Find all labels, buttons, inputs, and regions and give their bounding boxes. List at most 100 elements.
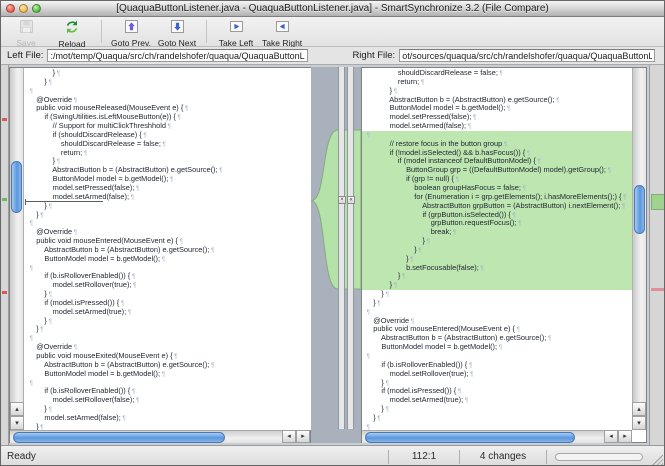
right-horizontal-scrollbar[interactable] <box>362 430 632 443</box>
scroll-left-arrow-icon[interactable]: ◂ <box>604 430 618 443</box>
take-change-left-button[interactable]: « <box>347 196 355 204</box>
change-tick-red[interactable] <box>2 118 7 121</box>
scroll-up-arrow-icon[interactable]: ▴ <box>10 402 24 416</box>
paragraph-mark: ¶ <box>72 98 77 104</box>
progress-indicator <box>555 453 643 461</box>
paragraph-mark: ¶ <box>209 248 214 254</box>
zoom-button[interactable] <box>32 4 41 13</box>
code-line: } ¶ <box>362 379 633 388</box>
paragraph-mark: ¶ <box>130 389 135 395</box>
scroll-up-arrow-icon[interactable]: ▴ <box>632 402 646 416</box>
code-line: shouldDiscardRelease = false; ¶ <box>25 140 311 149</box>
goto-prev-button[interactable]: Goto Prev. <box>108 18 154 46</box>
left-horizontal-scrollbar[interactable] <box>10 430 310 443</box>
right-vertical-scroll-arrows: ▴ ▾ <box>632 402 646 430</box>
paragraph-mark: ¶ <box>620 204 625 210</box>
scroll-left-arrow-icon[interactable]: ◂ <box>282 430 296 443</box>
left-file-label: Left File: <box>7 50 43 61</box>
resize-grip[interactable] <box>649 453 663 466</box>
code-line: ¶ <box>25 219 311 228</box>
change-count: 4 changes <box>460 451 546 462</box>
paragraph-mark: ¶ <box>72 345 77 351</box>
paragraph-mark: ¶ <box>28 221 33 227</box>
paragraph-mark: ¶ <box>517 221 522 227</box>
code-line: break; ¶ <box>362 228 633 237</box>
scroll-right-arrow-icon[interactable]: ▸ <box>618 430 632 443</box>
code-line: public void mouseReleased(MouseEvent e) … <box>25 104 311 113</box>
paragraph-mark: ¶ <box>28 266 33 272</box>
app-window: [QuaquaButtonListener.java - QuaquaButto… <box>0 0 665 466</box>
left-insertion-marker <box>25 201 103 202</box>
left-change-overview-strip[interactable] <box>1 65 9 445</box>
code-line: } ¶ <box>362 255 633 264</box>
left-file-path-field[interactable] <box>47 49 308 62</box>
code-line: AbstractButton grpButton = (AbstractButt… <box>362 202 633 211</box>
scroll-down-arrow-icon[interactable]: ▾ <box>10 416 24 430</box>
reload-button[interactable]: Reload <box>49 18 95 46</box>
scroll-down-arrow-icon[interactable]: ▾ <box>632 416 646 430</box>
diff-gutter: × « <box>311 67 361 443</box>
paragraph-mark: ¶ <box>166 124 171 130</box>
take-right-icon <box>275 19 290 39</box>
paragraph-mark: ¶ <box>39 213 44 219</box>
paragraph-mark: ¶ <box>130 274 135 280</box>
left-vertical-scrollbar-thumb[interactable] <box>11 161 22 213</box>
paragraph-mark: ¶ <box>498 71 503 77</box>
paragraph-mark: ¶ <box>55 159 60 165</box>
minimize-button[interactable] <box>19 4 28 13</box>
delete-change-button[interactable]: × <box>338 196 346 204</box>
gutter-action-strip <box>347 67 354 429</box>
paragraph-mark: ¶ <box>384 292 389 298</box>
status-separator <box>546 450 547 464</box>
right-vertical-scrollbar[interactable] <box>632 68 646 402</box>
code-line: @Override ¶ <box>25 228 311 237</box>
code-line: if (model instanceof DefaultButtonModel)… <box>362 157 633 166</box>
right-horizontal-scrollbar-thumb[interactable] <box>365 432 575 443</box>
paragraph-mark: ¶ <box>409 257 414 263</box>
right-code-editor[interactable]: shouldDiscardRelease = false; ¶ return; … <box>362 68 633 430</box>
paragraph-mark: ¶ <box>466 124 471 130</box>
paragraph-mark: ¶ <box>176 115 181 121</box>
paragraph-mark: ¶ <box>47 319 52 325</box>
code-line: model.setRollover(true); ¶ <box>362 370 633 379</box>
code-line: if (b.isRolloverEnabled()) { ¶ <box>25 272 311 281</box>
take-left-button[interactable]: Take Left <box>213 18 259 46</box>
paragraph-mark: ¶ <box>463 398 468 404</box>
scroll-right-arrow-icon[interactable]: ▸ <box>296 430 310 443</box>
paragraph-mark: ¶ <box>392 283 397 289</box>
title-bar[interactable]: [QuaquaButtonListener.java - QuaquaButto… <box>1 1 664 17</box>
paragraph-mark: ¶ <box>161 142 166 148</box>
paragraph-mark: ¶ <box>28 336 33 342</box>
paragraph-mark: ¶ <box>365 354 370 360</box>
right-file-pane: shouldDiscardRelease = false; ¶ return; … <box>361 67 647 443</box>
paragraph-mark: ¶ <box>467 363 472 369</box>
save-button[interactable]: Save <box>3 18 49 46</box>
code-line: if (model.isPressed()) { ¶ <box>362 387 633 396</box>
change-tick-green[interactable] <box>651 194 665 210</box>
paragraph-mark: ¶ <box>515 327 520 333</box>
window-title: [QuaquaButtonListener.java - QuaquaButto… <box>1 3 664 14</box>
change-tick-red[interactable] <box>651 288 665 291</box>
paragraph-mark: ¶ <box>134 186 139 192</box>
code-line: } ¶ <box>362 87 633 96</box>
change-tick-red[interactable] <box>2 291 7 294</box>
take-right-button[interactable]: Take Right <box>259 18 305 46</box>
code-line: } ¶ <box>25 405 311 414</box>
toolbar-separator <box>101 20 102 43</box>
paragraph-mark: ¶ <box>505 106 510 112</box>
gutter-action-strip <box>338 67 345 429</box>
close-button[interactable] <box>6 4 15 13</box>
right-file-path-field[interactable] <box>399 49 655 62</box>
paragraph-mark: ¶ <box>451 230 456 236</box>
change-tick-green[interactable] <box>2 198 7 201</box>
paragraph-mark: ¶ <box>134 398 139 404</box>
left-vertical-scrollbar[interactable] <box>10 68 24 402</box>
code-line: ¶ <box>25 379 311 388</box>
code-line: ¶ <box>362 423 633 430</box>
right-vertical-scrollbar-thumb[interactable] <box>634 185 645 234</box>
right-change-overview-strip[interactable] <box>649 65 665 445</box>
left-horizontal-scrollbar-thumb[interactable] <box>13 432 225 443</box>
paragraph-mark: ¶ <box>511 213 516 219</box>
goto-next-button[interactable]: Goto Next <box>154 18 200 46</box>
left-code-editor[interactable]: } ¶ } ¶ ¶ @Override ¶ public void mouseR… <box>25 68 311 430</box>
